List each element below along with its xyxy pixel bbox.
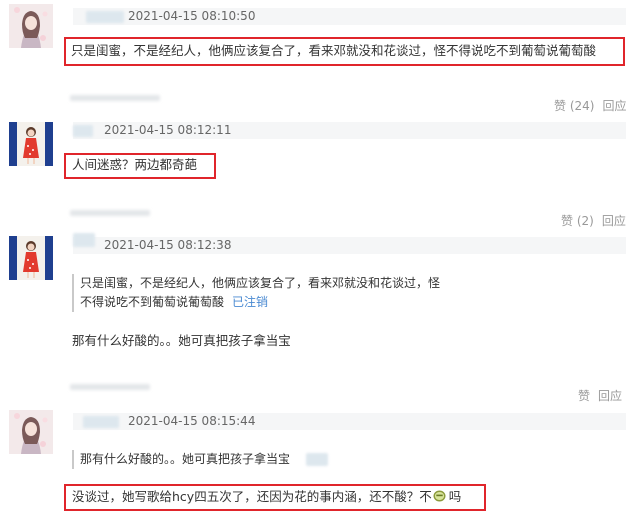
quote-author-link[interactable]: 已注销	[232, 295, 268, 309]
comment-text: 没谈过，她写歌给hcy四五次了，还因为花的事内涵，还不酸？不 吗	[72, 489, 462, 504]
quote-text-line: 只是闺蜜，不是经纪人，他俩应该复合了，看来邓就没和花谈过，怪	[80, 276, 441, 290]
quote-text-line: 那有什么好酸的。。她可真把孩子拿当宝	[80, 452, 291, 466]
username-redacted[interactable]	[73, 125, 93, 137]
emoji-face-icon	[433, 490, 446, 502]
like-button[interactable]: 赞	[578, 389, 590, 403]
comment-actions: 赞 (2) 回应	[561, 213, 626, 229]
redacted-mark	[70, 210, 150, 216]
username-redacted[interactable]	[83, 416, 119, 428]
quote-author-redacted[interactable]	[306, 453, 328, 466]
like-button[interactable]: 赞 (24)	[554, 99, 594, 113]
comment-actions: 赞 (24) 回应	[554, 98, 626, 114]
comment-timestamp: 2021-04-15 08:15:44	[128, 414, 256, 428]
comment-text: 人间迷惑？两边都奇葩	[72, 157, 198, 172]
comment-timestamp: 2021-04-15 08:12:11	[104, 123, 232, 137]
comment-actions: 赞回应	[578, 388, 622, 404]
avatar[interactable]	[9, 4, 53, 48]
redacted-mark	[70, 384, 150, 390]
avatar[interactable]	[9, 236, 53, 280]
redacted-mark	[70, 95, 160, 101]
username-redacted[interactable]	[86, 11, 124, 23]
comment-timestamp: 2021-04-15 08:12:38	[104, 238, 232, 252]
avatar[interactable]	[9, 410, 53, 454]
quoted-comment: 那有什么好酸的。。她可真把孩子拿当宝	[72, 450, 290, 469]
like-button[interactable]: 赞 (2)	[561, 214, 594, 228]
comment-text: 只是闺蜜，不是经纪人，他俩应该复合了，看来邓就没和花谈过，怪不得说吃不到葡萄说葡…	[71, 43, 597, 58]
reply-button[interactable]: 回应	[602, 214, 626, 228]
quoted-comment: 只是闺蜜，不是经纪人，他俩应该复合了，看来邓就没和花谈过，怪 不得说吃不到葡萄说…	[72, 274, 440, 312]
username-redacted[interactable]	[73, 233, 95, 247]
reply-button[interactable]: 回应	[602, 99, 626, 113]
comment-timestamp: 2021-04-15 08:10:50	[128, 9, 256, 23]
comment-text: 那有什么好酸的。。她可真把孩子拿当宝	[72, 333, 291, 348]
avatar[interactable]	[9, 122, 53, 166]
reply-button[interactable]: 回应	[598, 389, 622, 403]
quote-text-line: 不得说吃不到葡萄说葡萄酸	[80, 295, 225, 309]
